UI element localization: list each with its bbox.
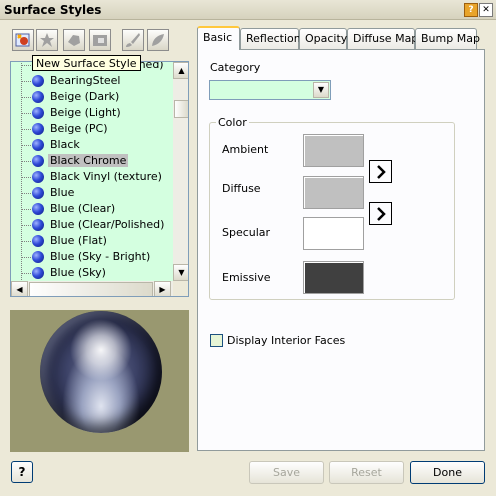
scroll-up-button[interactable]: ▲ (173, 62, 188, 79)
material-sphere-icon (32, 235, 44, 247)
leaf-brush-icon (152, 34, 164, 46)
ambient-swatch[interactable] (303, 134, 364, 167)
material-sphere-icon (32, 251, 44, 263)
list-item[interactable]: Blue (Flat) (11, 233, 173, 249)
new-style-icon (15, 33, 30, 47)
list-item[interactable]: Black Vinyl (texture) (11, 169, 173, 185)
import-icon (68, 35, 80, 46)
list-item-label: Blue (Clear) (50, 202, 116, 215)
material-sphere-icon (32, 187, 44, 199)
tab-reflection[interactable]: Reflection (240, 28, 301, 49)
list-item[interactable]: Black Chrome (11, 153, 173, 169)
tooltip: New Surface Style (32, 55, 141, 71)
diffuse-swatch[interactable] (303, 176, 364, 209)
material-sphere-icon (32, 155, 44, 167)
material-sphere-icon (32, 139, 44, 151)
list-item-label: Blue (Clear/Polished) (50, 218, 165, 231)
chevron-right-icon (377, 165, 386, 179)
window-title: Surface Styles (4, 3, 102, 17)
material-sphere-icon (32, 219, 44, 231)
tab-basic[interactable]: Basic (197, 26, 240, 50)
title-bar: Surface Styles ? ✕ (0, 0, 496, 20)
list-item[interactable]: Black (11, 137, 173, 153)
style-list[interactable]: Aluminum (Polished)BearingSteelBeige (Da… (10, 61, 189, 297)
list-item-label: Black Vinyl (texture) (50, 170, 162, 183)
tab-bump-map[interactable]: Bump Map (415, 28, 480, 49)
help-button[interactable]: ? (11, 461, 33, 483)
list-item-label: Beige (Light) (50, 106, 121, 119)
preview-sphere (40, 311, 162, 433)
tab-diffuse-map[interactable]: Diffuse Map (347, 28, 418, 49)
scroll-corner (173, 281, 188, 296)
list-item[interactable]: Blue (Clear/Polished) (11, 217, 173, 233)
category-select[interactable]: ▼ (209, 80, 331, 100)
specular-swatch[interactable] (303, 217, 364, 250)
material-sphere-icon (32, 267, 44, 279)
emissive-swatch[interactable] (303, 261, 364, 294)
export-style-button[interactable] (89, 29, 111, 51)
scroll-right-button[interactable]: ▶ (154, 281, 171, 296)
list-item-label: Black Chrome (48, 154, 129, 167)
specular-label: Specular (222, 226, 271, 239)
hscroll-thumb[interactable] (29, 282, 153, 296)
chevron-down-icon[interactable]: ▼ (313, 82, 329, 98)
purge-icon (40, 33, 54, 47)
list-item[interactable]: Blue (Sky) (11, 265, 173, 281)
export-icon (93, 35, 107, 46)
copy-diffuse-to-specular-button[interactable] (369, 202, 392, 225)
color-group-label: Color (216, 116, 249, 129)
material-sphere-icon (32, 123, 44, 135)
done-button[interactable]: Done (410, 461, 485, 484)
material-sphere-icon (32, 91, 44, 103)
vertical-scrollbar[interactable]: ▲ ▼ (173, 62, 188, 281)
paint-brush-icon (126, 33, 140, 47)
material-preview (10, 310, 189, 452)
category-label: Category (210, 61, 261, 74)
list-item-label: Blue (Flat) (50, 234, 107, 247)
material-sphere-icon (32, 171, 44, 183)
display-interior-faces-checkbox[interactable] (210, 334, 223, 347)
display-interior-faces-label: Display Interior Faces (227, 334, 346, 347)
scroll-down-button[interactable]: ▼ (173, 264, 188, 281)
list-item-label: Beige (Dark) (50, 90, 120, 103)
list-item[interactable]: Beige (Dark) (11, 89, 173, 105)
list-item[interactable]: Blue (Sky - Bright) (11, 249, 173, 265)
list-item-label: Black (50, 138, 80, 151)
tab-opacity[interactable]: Opacity (299, 28, 347, 49)
list-item[interactable]: Beige (Light) (11, 105, 173, 121)
list-item-label: BearingSteel (50, 74, 121, 87)
paint-brush-button[interactable] (122, 29, 144, 51)
chevron-right-icon (377, 207, 386, 221)
purge-styles-button[interactable] (36, 29, 58, 51)
list-item[interactable]: Blue (11, 185, 173, 201)
material-sphere-icon (32, 107, 44, 119)
reset-button[interactable]: Reset (329, 461, 404, 484)
ambient-label: Ambient (222, 143, 269, 156)
import-style-button[interactable] (63, 29, 85, 51)
scroll-thumb[interactable] (174, 100, 188, 118)
material-sphere-icon (32, 75, 44, 87)
paint-brush-alt-button[interactable] (147, 29, 169, 51)
list-item-label: Blue (Sky - Bright) (50, 250, 151, 263)
emissive-label: Emissive (222, 271, 271, 284)
list-item[interactable]: Blue (Clear) (11, 201, 173, 217)
horizontal-scrollbar[interactable]: ◀ ▶ (11, 281, 173, 296)
scroll-left-button[interactable]: ◀ (11, 281, 28, 296)
list-item-label: Beige (PC) (50, 122, 108, 135)
list-item-label: Blue (50, 186, 75, 199)
list-item[interactable]: BearingSteel (11, 73, 173, 89)
material-sphere-icon (32, 203, 44, 215)
style-list-items: Aluminum (Polished)BearingSteelBeige (Da… (11, 62, 173, 281)
list-item-label: Blue (Sky) (50, 266, 106, 279)
help-title-button[interactable]: ? (464, 3, 478, 17)
copy-ambient-to-diffuse-button[interactable] (369, 160, 392, 183)
save-button[interactable]: Save (249, 461, 324, 484)
close-button[interactable]: ✕ (479, 3, 493, 17)
new-style-button[interactable] (12, 29, 34, 51)
diffuse-label: Diffuse (222, 182, 261, 195)
list-item[interactable]: Beige (PC) (11, 121, 173, 137)
